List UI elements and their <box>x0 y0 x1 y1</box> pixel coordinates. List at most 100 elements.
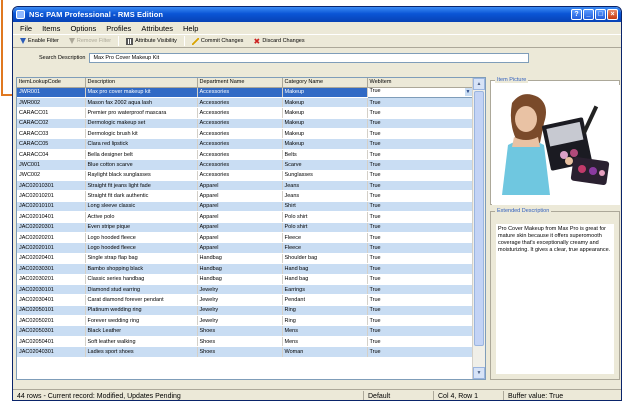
table-row[interactable]: JAC02030201 Classic series handbag Handbag… <box>17 274 474 285</box>
scroll-down-icon[interactable]: ▼ <box>473 367 485 379</box>
cell-department[interactable]: Handbag <box>197 253 283 265</box>
cell-webitem[interactable]: True <box>367 222 474 233</box>
cell-webitem[interactable]: True <box>367 336 474 348</box>
menu-help[interactable]: Help <box>178 24 203 33</box>
cell-webitem[interactable]: True <box>367 180 474 192</box>
table-row[interactable]: JAC02010401 Active polo Apparel Polo shirt T… <box>17 211 474 223</box>
table-row[interactable]: JAC02030101 Diamond stud earring Jewelry Ea… <box>17 284 474 296</box>
cell-webitem[interactable]: True <box>367 294 474 306</box>
cell-department[interactable]: Accessories <box>197 97 283 109</box>
cell-category[interactable]: Belts <box>282 149 368 161</box>
cell-department[interactable]: Jewelry <box>197 315 283 327</box>
table-row[interactable]: JAC02020401 Single strap flap bag Handbag S… <box>17 253 474 265</box>
cell-department[interactable]: Accessories <box>197 170 283 182</box>
cell-department[interactable]: Jewelry <box>197 284 283 296</box>
table-row[interactable]: JWR001 Max pro cover makeup kit Accessorie… <box>17 86 474 98</box>
cell-itemlookupcode[interactable]: JAC02050201 <box>17 315 86 327</box>
cell-description[interactable]: Single strap flap bag <box>85 253 198 265</box>
cell-description[interactable]: Clara red lipstick <box>85 138 198 150</box>
cell-itemlookupcode[interactable]: JAC02010201 <box>17 190 86 202</box>
cell-description[interactable]: Dermologic brush kit <box>85 128 198 140</box>
cell-webitem[interactable]: True <box>367 315 474 327</box>
cell-itemlookupcode[interactable]: JAC02050301 <box>17 325 86 337</box>
cell-department[interactable]: Accessories <box>197 138 283 150</box>
cell-webitem[interactable]: True <box>367 201 474 213</box>
cell-description[interactable]: Forever wedding ring <box>85 315 198 327</box>
table-row[interactable]: JAC02010101 Long sleeve classic Apparel Shi… <box>17 201 474 213</box>
cell-itemlookupcode[interactable]: CARACC05 <box>17 138 86 150</box>
cell-itemlookupcode[interactable]: JWR001 <box>17 87 86 98</box>
table-row[interactable]: JAC02050301 Black Leather Shoes Mens True <box>17 325 474 337</box>
col-header-department[interactable]: Department Name <box>197 78 283 88</box>
table-row[interactable]: CARACC05 Clara red lipstick Accessories Mak… <box>17 138 474 150</box>
cell-category[interactable]: Ring <box>282 315 368 327</box>
cell-category[interactable]: Makeup <box>282 138 368 150</box>
help-window-icon[interactable]: ? <box>571 9 582 20</box>
cell-itemlookupcode[interactable]: JAC02020101 <box>17 242 86 254</box>
cell-webitem[interactable]: True <box>367 149 474 161</box>
cell-itemlookupcode[interactable]: CARACC01 <box>17 107 86 119</box>
cell-itemlookupcode[interactable]: JAC02050101 <box>17 305 86 317</box>
cell-itemlookupcode[interactable]: JAC02020401 <box>17 253 86 265</box>
cell-itemlookupcode[interactable]: JAC02030401 <box>17 294 86 306</box>
cell-itemlookupcode[interactable]: JAC02020201 <box>17 232 86 244</box>
scroll-up-icon[interactable]: ▲ <box>473 78 485 90</box>
cell-itemlookupcode[interactable]: JAC02010101 <box>17 201 86 213</box>
cell-webitem[interactable]: True <box>367 232 474 244</box>
cell-itemlookupcode[interactable]: JWC001 <box>17 159 86 171</box>
cell-department[interactable]: Handbag <box>197 263 283 275</box>
menu-file[interactable]: File <box>15 24 37 33</box>
cell-department[interactable]: Apparel <box>197 190 283 202</box>
cell-description[interactable]: Dermologic makeup set <box>85 118 198 130</box>
cell-description[interactable]: Bella designer belt <box>85 149 198 161</box>
cell-itemlookupcode[interactable]: CARACC04 <box>17 149 86 161</box>
cell-webitem[interactable]: True <box>367 263 474 275</box>
menu-items[interactable]: Items <box>37 24 65 33</box>
cell-description[interactable]: Soft leather walking <box>85 336 198 348</box>
cell-description[interactable]: Blue cotton scarve <box>85 159 198 171</box>
cell-category[interactable]: Scarve <box>282 159 368 171</box>
cell-webitem[interactable]: ▼ True <box>366 86 474 98</box>
cell-webitem[interactable]: True <box>367 107 474 119</box>
cell-department[interactable]: Shoes <box>197 325 283 337</box>
scroll-thumb[interactable] <box>474 91 484 346</box>
table-row[interactable]: JAC02010301 Straight fit jeans light fade… <box>17 180 474 192</box>
cell-department[interactable]: Accessories <box>197 118 283 130</box>
cell-category[interactable]: Ring <box>282 305 368 317</box>
close-icon[interactable]: × <box>607 9 618 20</box>
cell-itemlookupcode[interactable]: JAC02050401 <box>17 336 86 348</box>
table-row[interactable]: JAC02030401 Carat diamond forever pendant… <box>17 294 474 306</box>
cell-description[interactable]: Diamond stud earring <box>85 284 198 296</box>
cell-webitem[interactable]: True <box>367 118 474 130</box>
table-row[interactable]: JAC02020101 Logo hooded fleece Apparel Flee… <box>17 242 474 254</box>
table-row[interactable]: JAC02040301 Ladies sport shoes Shoes Woman T… <box>17 346 474 358</box>
cell-department[interactable]: Apparel <box>197 180 283 192</box>
cell-description[interactable]: Straight fit jeans light fade <box>85 180 198 192</box>
minimize-icon[interactable]: _ <box>583 9 594 20</box>
cell-description[interactable]: Straight fit dark authentic <box>85 190 198 202</box>
cell-department[interactable]: Accessories <box>197 87 283 98</box>
attribute-visibility-button[interactable]: Attribute Visibility <box>121 35 182 47</box>
cell-webitem[interactable]: True <box>367 253 474 265</box>
col-header-description[interactable]: Description <box>85 78 198 88</box>
cell-department[interactable]: Accessories <box>197 107 283 119</box>
title-bar[interactable]: NSc PAM Professional - RMS Edition ? _ □… <box>13 7 621 22</box>
cell-department[interactable]: Apparel <box>197 211 283 223</box>
cell-itemlookupcode[interactable]: JAC02030201 <box>17 274 86 285</box>
cell-category[interactable]: Shoulder bag <box>282 253 368 265</box>
col-header-itemlookupcode[interactable]: ItemLookupCode <box>17 78 86 88</box>
cell-itemlookupcode[interactable]: JAC02020301 <box>17 222 86 233</box>
cell-description[interactable]: Logo hooded fleece <box>85 242 198 254</box>
cell-webitem[interactable]: True <box>367 190 474 202</box>
cell-itemlookupcode[interactable]: JAC02010401 <box>17 211 86 223</box>
cell-category[interactable]: Makeup <box>282 107 368 119</box>
table-row[interactable]: JAC02050201 Forever wedding ring Jewelry Ri… <box>17 315 474 327</box>
table-row[interactable]: JAC02050101 Platinum wedding ring Jewelry R… <box>17 305 474 317</box>
cell-category[interactable]: Jeans <box>282 190 368 202</box>
cell-category[interactable]: Earrings <box>282 284 368 296</box>
discard-changes-button[interactable]: ✖ Discard Changes <box>248 35 309 47</box>
col-header-webitem[interactable]: WebItem <box>367 78 474 88</box>
remove-filter-button[interactable]: Remove Filter <box>64 35 116 47</box>
commit-changes-button[interactable]: Commit Changes <box>187 35 249 47</box>
cell-department[interactable]: Jewelry <box>197 294 283 306</box>
